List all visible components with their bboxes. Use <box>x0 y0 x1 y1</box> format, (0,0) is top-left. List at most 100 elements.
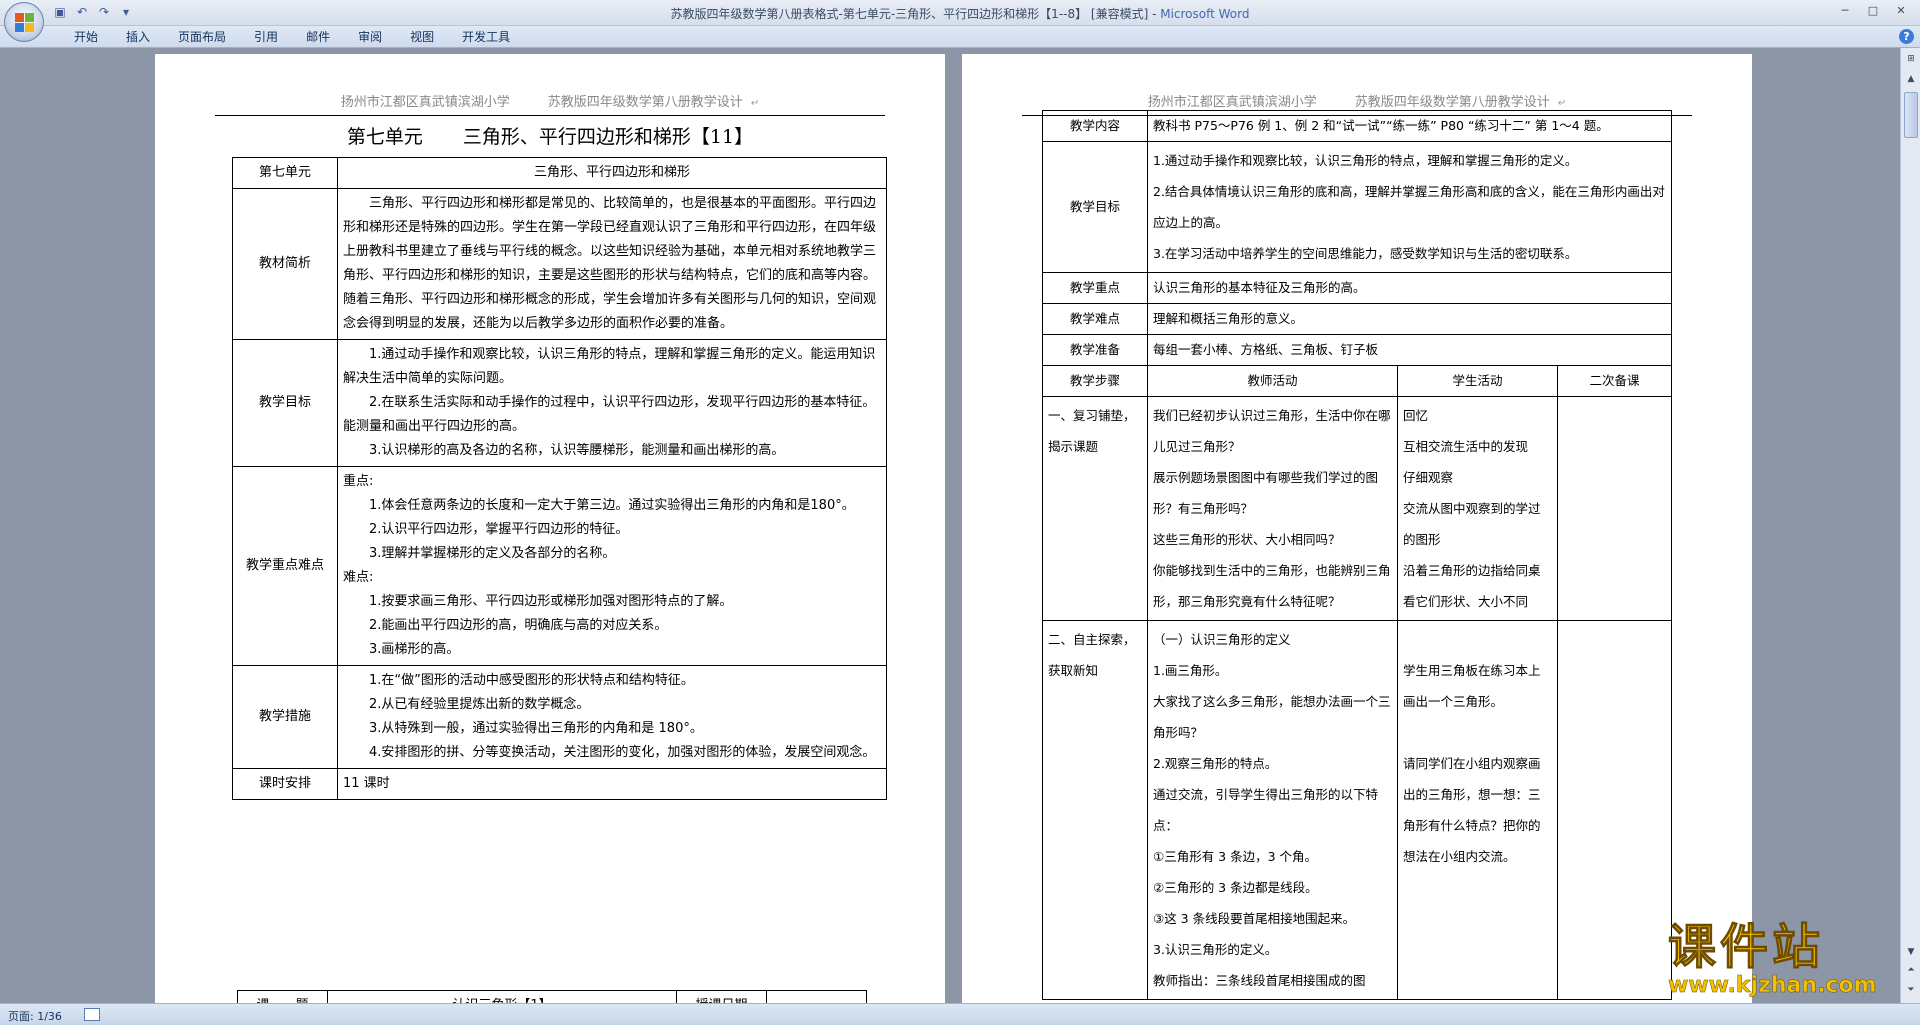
table-row: 教学重点难点 重点: 1.体会任意两条边的长度和一定大于第三边。通过实验得出三角… <box>232 466 887 666</box>
previous-page-icon[interactable]: ⏶ <box>1904 963 1918 977</box>
table-row: 教学准备 每组一套小棒、方格纸、三角板、钉子板 <box>1042 334 1672 366</box>
teacher-line: 你能够找到生活中的三角形，也能辨别三角形，那三角形究竟有什么特征呢？ <box>1153 563 1391 609</box>
goals-cell: 1.通过动手操作和观察比较，认识三角形的特点，理解和掌握三角形的定义。能运用知识… <box>337 339 887 467</box>
analysis-text: 三角形、平行四边形和梯形都是常见的、比较简单的，也是很基本的平面图形。平行四边形… <box>337 188 887 340</box>
col-second-prep: 二次备课 <box>1557 365 1672 397</box>
header-course: 苏教版四年级数学第八册教学设计 <box>1354 95 1550 110</box>
title-topic: 三角形、平行四边形和梯形【11】 <box>462 126 754 148</box>
goal-item: 1.通过动手操作和观察比较，认识三角形的特点，理解和掌握三角形的定义。能运用知识… <box>343 347 876 386</box>
table-row: 教学目标 1.通过动手操作和观察比较，认识三角形的特点，理解和掌握三角形的定义。… <box>232 339 887 467</box>
lesson-title-label: 课 题 <box>237 990 328 1003</box>
goal-item: 2.结合具体情境认识三角形的底和高，理解并掌握三角形高和底的含义，能在三角形内画… <box>1153 184 1665 230</box>
table-row: 教学目标 1.通过动手操作和观察比较，认识三角形的特点，理解和掌握三角形的定义。… <box>1042 141 1672 273</box>
watermark-url: www.kjzhan.com <box>1668 973 1877 998</box>
document-workspace[interactable]: 扬州市江都区真武镇滨湖小学 苏教版四年级数学第八册教学设计 ↵ 第七单元 三角形、平行… <box>0 48 1900 1003</box>
scrollbar-thumb[interactable] <box>1904 92 1918 138</box>
tab-references[interactable]: 引用 <box>240 29 292 45</box>
student-line: 仔细观察 <box>1403 470 1454 485</box>
document-page-left[interactable]: 扬州市江都区真武镇滨湖小学 苏教版四年级数学第八册教学设计 ↵ 第七单元 三角形、平行… <box>155 54 945 1003</box>
teacher-line: 2.观察三角形的特点。 <box>1153 756 1278 771</box>
student-line: 学生用三角板在练习本上画出一个三角形。 <box>1403 663 1541 709</box>
help-icon[interactable]: ? <box>1899 29 1914 44</box>
teacher-line: 教师指出：三条线段首尾相接围成的图 <box>1153 973 1366 988</box>
step1-label: 一、复习铺垫，揭示课题 <box>1042 396 1148 621</box>
lesson-title-value: 认识三角形【1】 <box>327 990 677 1003</box>
step2-label: 二、自主探索，获取新知 <box>1042 620 1148 1000</box>
office-button[interactable] <box>4 2 44 42</box>
key-difficult-label: 教学重点难点 <box>232 466 338 666</box>
title-unit: 第七单元 <box>346 126 423 148</box>
lesson-date-value <box>766 990 867 1003</box>
hours-label: 课时安排 <box>232 768 338 800</box>
measures-label: 教学措施 <box>232 665 338 769</box>
difficult-point: 1.按要求画三角形、平行四边形或梯形加强对图形特点的了解。 <box>369 594 733 609</box>
scroll-up-icon[interactable]: ▲ <box>1904 72 1918 86</box>
window-controls: ─ □ ✕ <box>1832 2 1914 20</box>
student-line: 交流从图中观察到的学过的图形 <box>1403 501 1541 547</box>
maximize-button[interactable]: □ <box>1860 2 1886 20</box>
teacher-line: 1.画三角形。 <box>1153 663 1228 678</box>
table-row: 二、自主探索，获取新知 （一）认识三角形的定义 1.画三角形。 大家找了这么多三… <box>1042 620 1672 1000</box>
key-heading: 重点: <box>343 474 374 489</box>
tab-review[interactable]: 审阅 <box>344 29 396 45</box>
unit-label: 第七单元 <box>232 157 338 189</box>
goals-label: 教学目标 <box>232 339 338 467</box>
page-title: 第七单元 三角形、平行四边形和梯形【11】 <box>155 122 945 149</box>
teacher-line: ③这 3 条线段要首尾相接地围起来。 <box>1153 911 1356 926</box>
tab-home[interactable]: 开始 <box>60 29 112 45</box>
teacher-line: 这些三角形的形状、大小相同吗？ <box>1153 532 1341 547</box>
document-title: 苏教版四年级数学第八册表格式-第七单元-三角形、平行四边形和梯形【1--8】 [… <box>670 7 1161 21</box>
key-point: 1.体会任意两条边的长度和一定大于第三边。通过实验得出三角形的内角和是180°。 <box>369 498 855 513</box>
title-bar: ▣ ↶ ↷ ▾ 苏教版四年级数学第八册表格式-第七单元-三角形、平行四边形和梯形… <box>0 0 1920 26</box>
goals-cell: 1.通过动手操作和观察比较，认识三角形的特点，理解和掌握三角形的定义。 2.结合… <box>1147 141 1672 273</box>
minimize-button[interactable]: ─ <box>1832 2 1858 20</box>
ribbon-tabs: 开始 插入 页面布局 引用 邮件 审阅 视图 开发工具 <box>60 29 524 45</box>
close-button[interactable]: ✕ <box>1888 2 1914 20</box>
difficult-heading: 难点: <box>343 570 374 585</box>
vertical-scrollbar[interactable]: ⊞ ▲ ▼ ⏶ ⏷ <box>1900 48 1920 1003</box>
proofing-icon[interactable] <box>84 1008 100 1021</box>
student-line: 回忆 <box>1403 408 1429 423</box>
key-point: 3.理解并掌握梯形的定义及各部分的名称。 <box>369 546 616 561</box>
focus-value: 认识三角形的基本特征及三角形的高。 <box>1147 272 1672 304</box>
teacher-line: 我们已经初步认识过三角形，生活中你在哪儿见过三角形？ <box>1153 408 1391 454</box>
tab-developer[interactable]: 开发工具 <box>448 29 524 45</box>
ruler-toggle-icon[interactable]: ⊞ <box>1904 52 1918 66</box>
unit-plan-table: 第七单元 三角形、平行四边形和梯形 教材简析 三角形、平行四边形和梯形都是常见的… <box>232 157 887 800</box>
document-page-right[interactable]: 扬州市江都区真武镇滨湖小学 苏教版四年级数学第八册教学设计 ↵ 教学内容 教科书 P… <box>962 54 1752 1003</box>
tab-view[interactable]: 视图 <box>396 29 448 45</box>
office-logo-icon <box>15 13 35 33</box>
key-point: 2.认识平行四边形，掌握平行四边形的特征。 <box>369 522 629 537</box>
measures-cell: 1.在“做”图形的活动中感受图形的形状特点和结构特征。 2.从已有经验里提炼出新… <box>337 665 887 769</box>
header-school: 扬州市江都区真武镇滨湖小学 <box>340 95 510 110</box>
table-row: 教学难点 理解和概括三角形的意义。 <box>1042 303 1672 335</box>
goal-item: 3.在学习活动中培养学生的空间思维能力，感受数学知识与生活的密切联系。 <box>1153 246 1578 261</box>
focus-label: 教学重点 <box>1042 272 1148 304</box>
scroll-down-icon[interactable]: ▼ <box>1904 945 1918 959</box>
table-row: 课 题 认识三角形【1】 授课日期 <box>237 990 867 1003</box>
difficulty-label: 教学难点 <box>1042 303 1148 335</box>
measure-item: 4.安排图形的拼、分等变换活动，关注图形的变化，加强对图形的体验，发展空间观念。 <box>369 745 876 760</box>
app-name: Microsoft Word <box>1160 7 1250 21</box>
hours-value: 11 课时 <box>337 768 887 800</box>
key-difficult-cell: 重点: 1.体会任意两条边的长度和一定大于第三边。通过实验得出三角形的内角和是1… <box>337 466 887 666</box>
watermark-logo: 课件站 www.kjzhan.com <box>1668 920 1898 1010</box>
prep-value: 每组一套小棒、方格纸、三角板、钉子板 <box>1147 334 1672 366</box>
table-row: 教学步骤 教师活动 学生活动 二次备课 <box>1042 365 1672 397</box>
lesson-plan-table: 教学内容 教科书 P75～P76 例 1、例 2 和“试一试”“练一练” P80… <box>1042 110 1672 1000</box>
col-student: 学生活动 <box>1397 365 1558 397</box>
next-page-icon[interactable]: ⏷ <box>1904 983 1918 997</box>
teacher-line: ①三角形有 3 条边，3 个角。 <box>1153 849 1318 864</box>
teacher-line: 展示例题场景图图中有哪些我们学过的图形？有三角形吗？ <box>1153 470 1379 516</box>
table-row: 第七单元 三角形、平行四边形和梯形 <box>232 157 887 189</box>
difficulty-value: 理解和概括三角形的意义。 <box>1147 303 1672 335</box>
tab-insert[interactable]: 插入 <box>112 29 164 45</box>
step1-second-prep <box>1557 396 1672 621</box>
page-count[interactable]: 页面: 1/36 <box>8 1008 62 1024</box>
step2-teacher: （一）认识三角形的定义 1.画三角形。 大家找了这么多三角形，能想办法画一个三角… <box>1147 620 1398 1000</box>
tab-mailings[interactable]: 邮件 <box>292 29 344 45</box>
teacher-line: ②三角形的 3 条边都是线段。 <box>1153 880 1318 895</box>
tab-page-layout[interactable]: 页面布局 <box>164 29 240 45</box>
